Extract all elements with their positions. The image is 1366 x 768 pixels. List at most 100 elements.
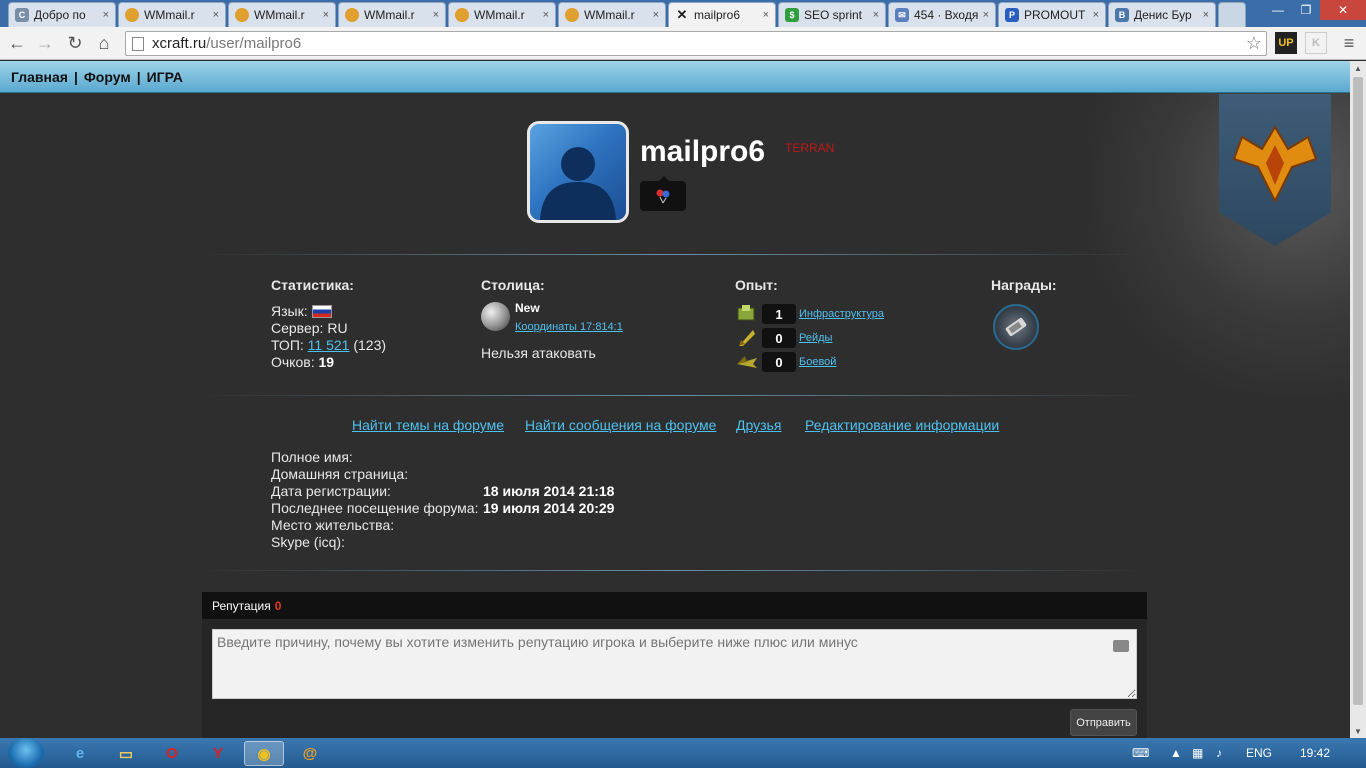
find-forum-posts-link[interactable]: Найти сообщения на форуме xyxy=(525,417,716,433)
exp-combat-link[interactable]: Боевой xyxy=(799,356,836,368)
browser-tab[interactable]: WMmail.r × xyxy=(338,2,446,27)
exp-row-infrastructure: 1 Инфраструктура xyxy=(735,303,884,325)
registration-date-value: 18 июля 2014 21:18 xyxy=(483,483,615,499)
language-indicator[interactable]: ENG xyxy=(1246,738,1272,768)
browser-tab[interactable]: WMmail.r × xyxy=(448,2,556,27)
raid-icon xyxy=(739,330,755,346)
generic-page-icon: C xyxy=(15,8,29,22)
balloons-icon xyxy=(656,189,670,204)
network-icon[interactable]: ▦ xyxy=(1192,738,1203,768)
browser-tab[interactable]: WMmail.r × xyxy=(118,2,226,27)
close-tab-icon[interactable]: × xyxy=(1203,9,1209,21)
exp-row-raids: 0 Рейды xyxy=(735,327,832,349)
browser-tab[interactable]: P PROMOUT × xyxy=(998,2,1106,27)
close-tab-icon[interactable]: × xyxy=(873,9,879,21)
close-tab-icon[interactable]: × xyxy=(213,9,219,21)
reload-icon[interactable]: ↻ xyxy=(64,32,86,54)
find-forum-topics-link[interactable]: Найти темы на форуме xyxy=(352,417,504,433)
page-icon xyxy=(132,36,144,51)
attack-status: Нельзя атаковать xyxy=(481,345,596,361)
volume-icon[interactable]: ♪ xyxy=(1216,738,1222,768)
nav-home[interactable]: Главная xyxy=(11,69,68,85)
edit-info-link[interactable]: Редактирование информации xyxy=(805,417,999,433)
browser-tab-active[interactable]: ✕ mailpro6 × xyxy=(668,2,776,27)
clock[interactable]: 19:42 xyxy=(1300,738,1330,768)
close-tab-icon[interactable]: × xyxy=(103,9,109,21)
close-tab-icon[interactable]: × xyxy=(433,9,439,21)
close-tab-icon[interactable]: × xyxy=(1093,9,1099,21)
scroll-up-icon[interactable]: ▲ xyxy=(1350,61,1366,75)
minimize-icon[interactable]: — xyxy=(1264,0,1292,20)
internet-explorer-icon[interactable]: e xyxy=(60,741,100,766)
residence-label: Место жительства: xyxy=(271,517,395,533)
capital-name: New xyxy=(515,301,540,315)
window-close-icon[interactable]: ✕ xyxy=(1320,0,1366,20)
reputation-reason-input[interactable] xyxy=(212,629,1137,699)
close-tab-icon[interactable]: × xyxy=(543,9,549,21)
top-rank-link[interactable]: 11 521 xyxy=(308,337,350,353)
forward-icon[interactable]: → xyxy=(34,32,56,54)
exp-infrastructure-link[interactable]: Инфраструктура xyxy=(799,308,884,320)
divider xyxy=(200,570,1146,571)
chrome-icon[interactable]: ◉ xyxy=(244,741,284,766)
file-explorer-icon[interactable]: ▭ xyxy=(106,741,146,766)
reputation-panel: Репутация0 Отправить xyxy=(202,592,1147,738)
browser-tab[interactable]: WMmail.r × xyxy=(228,2,336,27)
opera-icon[interactable]: O xyxy=(152,741,192,766)
terran-emblem-icon xyxy=(1232,125,1318,203)
wmmail-icon xyxy=(235,8,249,22)
tray-expand-icon[interactable]: ▲ xyxy=(1170,738,1182,768)
last-forum-visit-value: 19 июля 2014 20:29 xyxy=(483,500,615,516)
close-tab-icon[interactable]: × xyxy=(763,9,769,21)
last-forum-visit-label: Последнее посещение форума: xyxy=(271,500,479,516)
wmmail-icon xyxy=(345,8,359,22)
extension-up-icon[interactable]: UP xyxy=(1275,32,1297,54)
full-name-label: Полное имя: xyxy=(271,449,353,465)
browser-tab[interactable]: WMmail.r × xyxy=(558,2,666,27)
back-icon[interactable]: ← xyxy=(6,32,28,54)
url-path: /user/mailpro6 xyxy=(206,35,302,52)
browser-tab[interactable]: ✉ 454 · Входя × xyxy=(888,2,996,27)
homepage-label: Домашняя страница: xyxy=(271,466,409,482)
browser-tab[interactable]: $ SEO sprint × xyxy=(778,2,886,27)
scrollbar-thumb[interactable] xyxy=(1353,77,1363,705)
capital-coords-link[interactable]: Координаты 17:814:1 xyxy=(515,321,623,333)
registration-date-label: Дата регистрации: xyxy=(271,483,391,499)
url-host: xcraft.ru xyxy=(152,35,207,52)
exp-raids-link[interactable]: Рейды xyxy=(799,332,832,344)
browser-tab-strip: C Добро по × WMmail.r × WMmail.r × WMmail.r… xyxy=(0,0,1366,27)
award-badge-icon xyxy=(1005,317,1027,337)
browser-tab[interactable]: B Денис Бур × xyxy=(1108,2,1216,27)
friends-link[interactable]: Друзья xyxy=(736,417,781,433)
start-button[interactable] xyxy=(8,738,44,768)
avatar xyxy=(527,121,629,223)
menu-icon[interactable]: ≡ xyxy=(1338,32,1360,54)
new-tab-button[interactable] xyxy=(1218,2,1246,27)
close-tab-icon[interactable]: × xyxy=(323,9,329,21)
yandex-browser-icon[interactable]: Y xyxy=(198,741,238,766)
send-button[interactable]: Отправить xyxy=(1070,709,1137,736)
home-icon[interactable]: ⌂ xyxy=(93,32,115,54)
mail-icon: ✉ xyxy=(895,8,909,22)
stats-heading: Статистика: xyxy=(271,277,354,293)
wmmail-icon xyxy=(455,8,469,22)
browser-tab[interactable]: C Добро по × xyxy=(8,2,116,27)
keyboard-icon[interactable]: ⌨ xyxy=(1132,738,1149,768)
vertical-scrollbar[interactable]: ▲ ▼ xyxy=(1350,61,1366,738)
restore-icon[interactable]: ❐ xyxy=(1292,0,1320,20)
seosprint-icon: $ xyxy=(785,8,799,22)
close-tab-icon[interactable]: × xyxy=(983,9,989,21)
capital-heading: Столица: xyxy=(481,277,545,293)
mail-agent-icon[interactable]: @ xyxy=(290,741,330,766)
extension-k-icon[interactable]: K xyxy=(1305,32,1327,54)
reputation-header: Репутация 0 xyxy=(202,592,1147,619)
award-medal-icon[interactable] xyxy=(993,304,1039,350)
address-bar[interactable]: xcraft.ru/user/mailpro6 ☆ xyxy=(125,31,1267,56)
nav-game[interactable]: ИГРА xyxy=(147,69,183,85)
nav-forum[interactable]: Форум xyxy=(84,69,131,85)
bookmark-star-icon[interactable]: ☆ xyxy=(1246,33,1262,54)
scroll-down-icon[interactable]: ▼ xyxy=(1350,724,1366,738)
user-badge[interactable] xyxy=(640,176,686,211)
close-tab-icon[interactable]: × xyxy=(653,9,659,21)
camera-icon[interactable] xyxy=(1113,640,1129,652)
